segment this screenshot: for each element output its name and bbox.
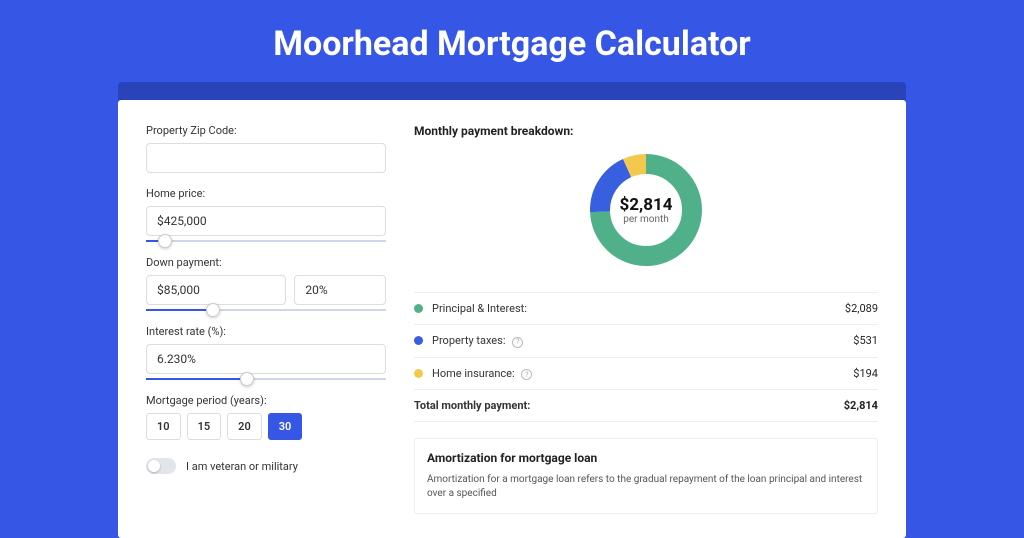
dot-icon [414,369,423,378]
veteran-label: I am veteran or military [186,460,298,473]
down-payment-input[interactable] [146,275,286,305]
donut-center: $2,814 per month [586,150,706,270]
period-buttons: 10 15 20 30 [146,413,386,440]
amortization-text: Amortization for a mortgage loan refers … [427,473,865,501]
zip-input[interactable] [146,143,386,173]
interest-rate-slider[interactable] [146,378,386,380]
home-price-label: Home price: [146,187,386,200]
down-payment-slider[interactable] [146,309,386,311]
info-icon[interactable]: ? [512,337,523,348]
legend-label: Home insurance: ? [432,367,853,381]
dot-icon [414,336,423,345]
legend-total-value: $2,814 [844,399,878,412]
veteran-toggle[interactable] [146,458,176,474]
page-title: Moorhead Mortgage Calculator [0,0,1024,82]
legend-row-total: Total monthly payment: $2,814 [414,390,878,422]
info-icon[interactable]: ? [521,369,532,380]
results-column: Monthly payment breakdown: $2,814 per mo… [414,124,878,514]
down-payment-slider-thumb[interactable] [206,303,220,317]
legend-row-principal: Principal & Interest: $2,089 [414,293,878,325]
down-payment-slider-fill [146,309,213,311]
interest-rate-slider-fill [146,378,247,380]
home-price-input[interactable] [146,206,386,236]
down-payment-pct-input[interactable] [294,275,386,305]
interest-rate-label: Interest rate (%): [146,325,386,338]
interest-rate-input[interactable] [146,344,386,374]
down-payment-label: Down payment: [146,256,386,269]
calculator-card: Property Zip Code: Home price: Down paym… [118,100,906,538]
legend-label-text: Property taxes: [432,334,505,347]
amortization-section: Amortization for mortgage loan Amortizat… [414,438,878,514]
legend-value: $2,089 [845,302,878,315]
legend: Principal & Interest: $2,089 Property ta… [414,292,878,422]
veteran-toggle-knob [148,460,160,472]
amortization-title: Amortization for mortgage loan [427,451,865,465]
period-field: Mortgage period (years): 10 15 20 30 [146,394,386,440]
legend-label: Property taxes: ? [432,334,853,348]
legend-label: Principal & Interest: [432,302,845,315]
legend-label-text: Home insurance: [432,367,515,380]
home-price-slider-thumb[interactable] [158,234,172,248]
period-30-button[interactable]: 30 [268,413,303,440]
down-payment-field: Down payment: [146,256,386,311]
period-label: Mortgage period (years): [146,394,386,407]
period-15-button[interactable]: 15 [187,413,222,440]
breakdown-title: Monthly payment breakdown: [414,124,878,138]
veteran-row: I am veteran or military [146,458,386,474]
home-price-field: Home price: [146,187,386,242]
card-backdrop: Property Zip Code: Home price: Down paym… [118,82,906,538]
inputs-column: Property Zip Code: Home price: Down paym… [146,124,386,514]
donut-chart: $2,814 per month [586,150,706,270]
legend-row-taxes: Property taxes: ? $531 [414,325,878,358]
donut-amount: $2,814 [620,195,673,215]
period-20-button[interactable]: 20 [227,413,262,440]
period-10-button[interactable]: 10 [146,413,181,440]
interest-rate-field: Interest rate (%): [146,325,386,380]
zip-field: Property Zip Code: [146,124,386,173]
donut-sub: per month [623,214,669,225]
legend-row-insurance: Home insurance: ? $194 [414,358,878,391]
legend-value: $531 [853,334,878,347]
interest-rate-slider-thumb[interactable] [240,372,254,386]
legend-total-label: Total monthly payment: [414,399,844,412]
legend-value: $194 [853,367,878,380]
donut-chart-wrap: $2,814 per month [414,150,878,270]
home-price-slider[interactable] [146,240,386,242]
dot-icon [414,304,423,313]
zip-label: Property Zip Code: [146,124,386,137]
